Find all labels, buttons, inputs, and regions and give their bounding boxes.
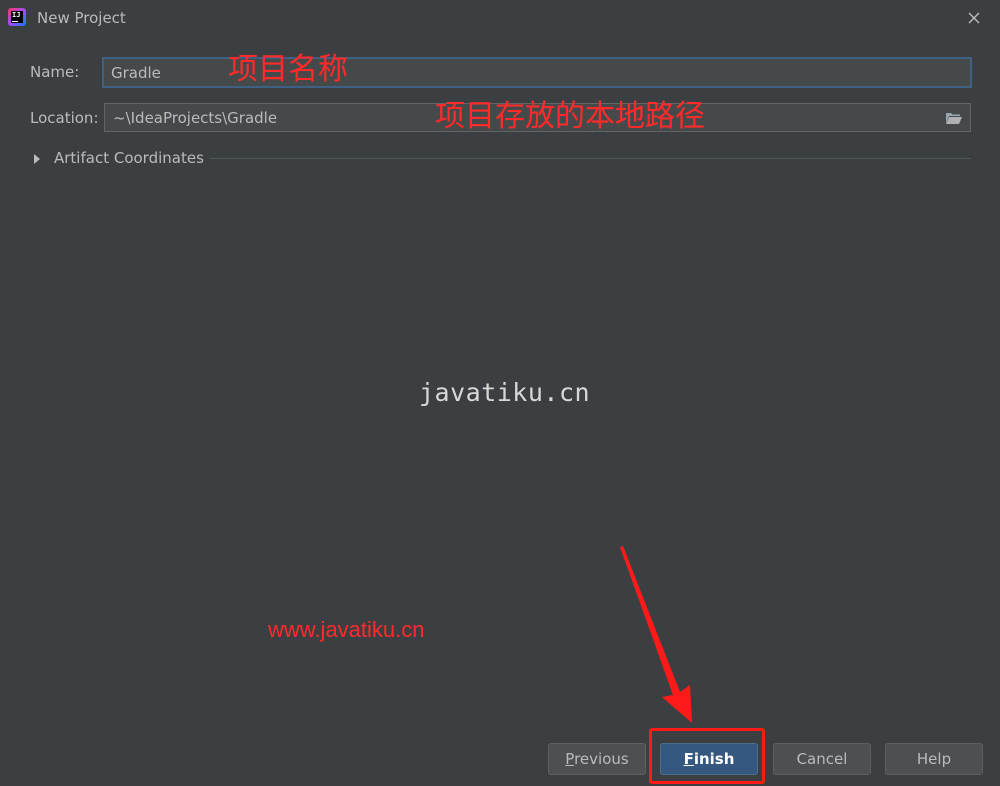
- watermark-text: javatiku.cn: [419, 378, 591, 407]
- window-title: New Project: [37, 9, 126, 27]
- section-divider: [210, 158, 971, 159]
- new-project-dialog: IJ New Project Name: Location: Artifact …: [0, 0, 1000, 786]
- help-button[interactable]: Help: [885, 743, 983, 775]
- finish-button[interactable]: Finish: [660, 743, 758, 775]
- folder-icon[interactable]: [945, 110, 963, 124]
- expand-triangle-icon: [34, 154, 40, 164]
- cancel-button[interactable]: Cancel: [773, 743, 871, 775]
- close-icon[interactable]: [966, 10, 982, 26]
- annotation-project-name: 项目名称: [228, 52, 348, 87]
- title-bar: IJ New Project: [0, 0, 1000, 36]
- intellij-idea-icon: IJ: [8, 8, 26, 26]
- annotation-arrow: [620, 546, 692, 723]
- artifact-coordinates-label: Artifact Coordinates: [54, 149, 204, 167]
- annotation-url: www.javatiku.cn: [268, 617, 425, 642]
- location-label: Location:: [30, 109, 99, 127]
- previous-button[interactable]: Previous: [548, 743, 646, 775]
- annotation-project-location: 项目存放的本地路径: [435, 99, 705, 134]
- name-label: Name:: [30, 63, 80, 81]
